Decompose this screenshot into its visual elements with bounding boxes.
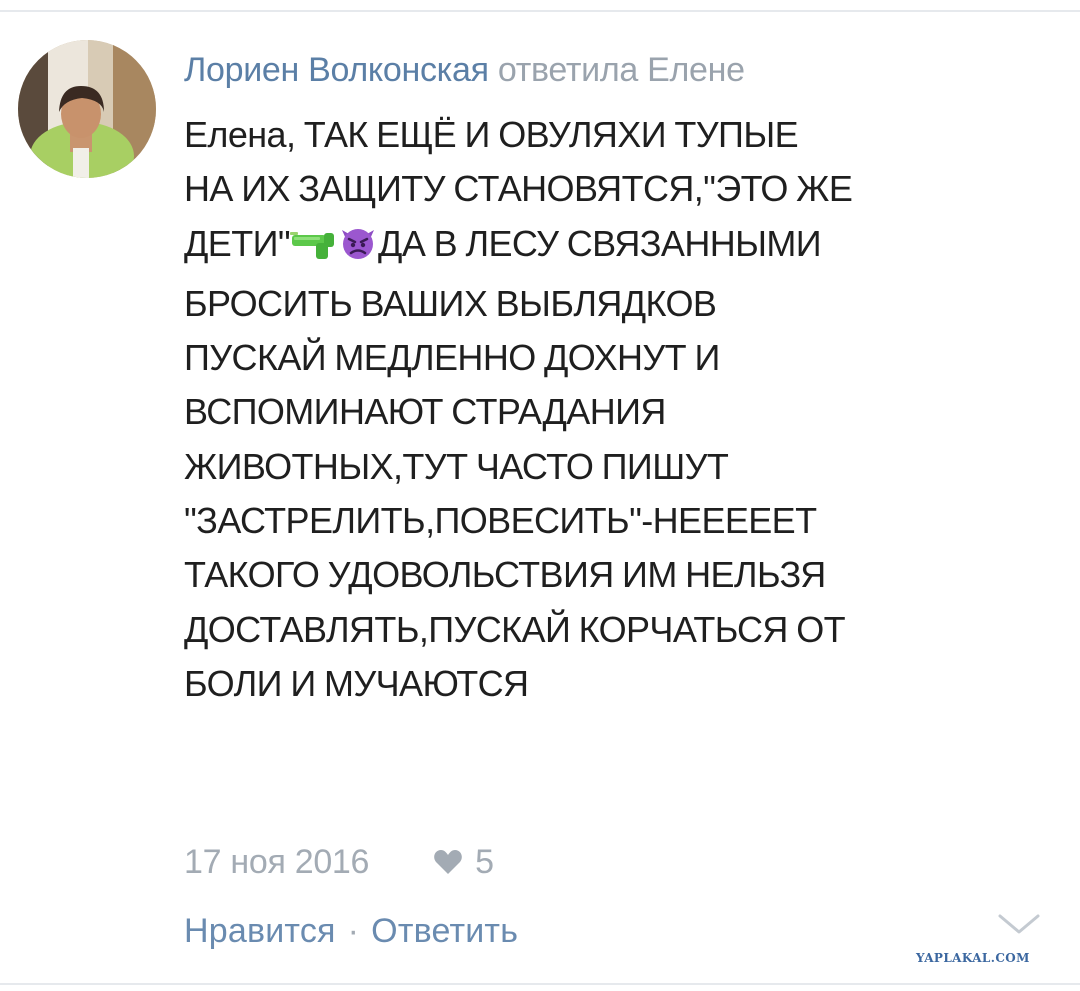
water-pistol-icon <box>290 223 338 277</box>
text-line: БРОСИТЬ ВАШИХ ВЫБЛЯДКОВ <box>184 282 717 324</box>
text-fragment: ДА В ЛЕСУ СВЯЗАННЫМИ <box>378 222 822 264</box>
text-line: ДЕТИ" ДА В ЛЕСУ СВЯЗАННЫМИ <box>184 217 1054 277</box>
top-divider <box>0 10 1080 12</box>
like-button[interactable]: Нравится <box>184 912 336 951</box>
reply-to-label[interactable]: ответила Елене <box>498 51 745 89</box>
comment-header: Лориен Волконская ответила Елене <box>184 44 1054 96</box>
text-line: ТАКОГО УДОВОЛЬСТВИЯ ИМ НЕЛЬЗЯ <box>184 554 826 596</box>
text-line: ВСПОМИНАЮТ СТРАДАНИЯ <box>184 391 666 433</box>
text-line: НА ИХ ЗАЩИТУ СТАНОВЯТСЯ,"ЭТО ЖЕ <box>184 168 853 210</box>
text-line: ЖИВОТНЫХ,ТУТ ЧАСТО ПИШУТ <box>184 445 729 487</box>
chevron-down-icon[interactable] <box>998 912 1040 941</box>
comment-date: 17 ноя 2016 <box>184 842 370 881</box>
comment-actions: Нравится · Ответить <box>184 904 518 958</box>
likes-count: 5 <box>475 842 495 881</box>
text-line: "ЗАСТРЕЛИТЬ,ПОВЕСИТЬ"-НЕЕЕЕЕТ <box>184 500 817 542</box>
angry-devil-icon <box>338 222 378 277</box>
text-line: БОЛИ И МУЧАЮТСЯ <box>184 662 529 704</box>
bottom-divider <box>0 983 1080 985</box>
reply-button[interactable]: Ответить <box>371 912 518 951</box>
likes-counter[interactable]: 5 <box>433 843 494 882</box>
text-fragment: ДЕТИ" <box>184 222 291 264</box>
text-line: ПУСКАЙ МЕДЛЕННО ДОХНУТ И <box>184 337 720 379</box>
comment-text: Елена, ТАК ЕЩЁ И ОВУЛЯХИ ТУПЫЕ НА ИХ ЗАЩ… <box>184 108 1054 711</box>
comment: Лориен Волконская ответила Елене Елена, … <box>184 44 1054 711</box>
watermark: YAPLAKAL.COM <box>916 951 1030 965</box>
comment-meta: 17 ноя 2016 5 <box>184 836 494 888</box>
separator: · <box>347 911 360 950</box>
heart-icon <box>434 850 462 874</box>
avatar[interactable] <box>18 40 156 178</box>
text-line: Елена, ТАК ЕЩЁ И ОВУЛЯХИ ТУПЫЕ <box>184 114 799 155</box>
author-name[interactable]: Лориен Волконская <box>184 51 489 89</box>
text-line: ДОСТАВЛЯТЬ,ПУСКАЙ КОРЧАТЬСЯ ОТ <box>184 608 846 650</box>
